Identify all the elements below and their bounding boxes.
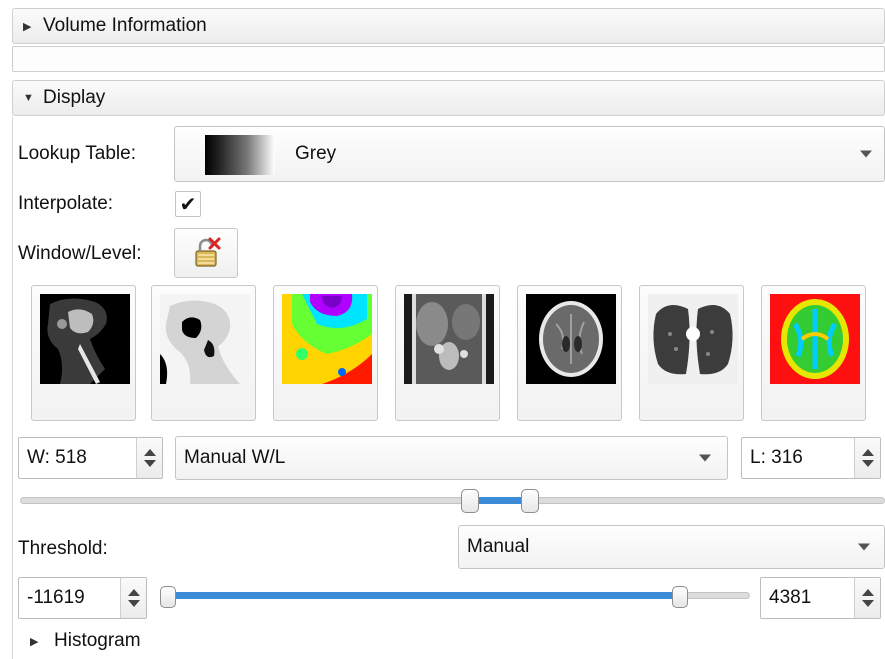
threshold-slider-range (168, 592, 681, 599)
window-level-value: L: 316 (750, 447, 803, 468)
spin-down-icon (861, 600, 874, 607)
chevron-down-icon (858, 543, 870, 551)
ct-bone-thumbnail (40, 294, 130, 384)
window-width-spinbox[interactable]: W: 518 (18, 437, 163, 479)
volume-information-title: Volume Information (43, 15, 207, 36)
threshold-max-value: 4381 (769, 587, 812, 608)
collapsed-arrow-icon: ▶ (23, 20, 32, 33)
threshold-max-spinbox[interactable]: 4381 (760, 577, 881, 619)
threshold-mode-value: Manual (467, 536, 530, 557)
ct-abdomen-preset[interactable] (395, 285, 500, 421)
threshold-max-stepper[interactable] (854, 578, 880, 618)
dti-color-preset[interactable] (761, 285, 866, 421)
window-level-mode-combo[interactable]: Manual W/L (175, 436, 728, 480)
spin-down-icon (861, 460, 874, 467)
spin-down-icon (127, 600, 140, 607)
expanded-arrow-icon: ▼ (23, 92, 34, 104)
pet-rainbow-thumbnail (282, 294, 372, 384)
window-level-label: Window/Level: (18, 243, 142, 264)
window-level-slider-track[interactable] (20, 497, 885, 504)
threshold-slider-min-handle[interactable] (160, 586, 176, 608)
ct-bone-preset[interactable] (31, 285, 136, 421)
display-title: Display (43, 87, 106, 108)
ct-air-preset[interactable] (151, 285, 256, 421)
histogram-title: Histogram (54, 630, 141, 651)
ct-brain-thumbnail (526, 294, 616, 384)
dti-color-thumbnail (770, 294, 860, 384)
threshold-min-spinbox[interactable]: -11619 (18, 577, 147, 619)
window-width-value: W: 518 (27, 447, 87, 468)
spin-up-icon (861, 449, 874, 456)
volume-information-section-header[interactable]: ▶ Volume Information (12, 8, 885, 44)
interpolate-checkbox[interactable]: ✔ (175, 191, 201, 217)
interpolate-label: Interpolate: (18, 193, 114, 214)
checkmark-icon: ✔ (179, 193, 197, 216)
threshold-slider-max-handle[interactable] (672, 586, 689, 608)
window-level-stepper[interactable] (854, 438, 880, 478)
spin-up-icon (127, 589, 140, 596)
window-level-slider-max-handle[interactable] (521, 489, 540, 513)
lookup-table-value: Grey (295, 143, 337, 164)
ct-brain-preset[interactable] (517, 285, 622, 421)
pet-rainbow-preset[interactable] (273, 285, 378, 421)
lookup-table-combo[interactable]: Grey (174, 126, 885, 182)
window-level-slider-min-handle[interactable] (460, 489, 479, 513)
spin-up-icon (861, 589, 874, 596)
window-level-mode-value: Manual W/L (184, 447, 286, 468)
lock-unlocked-icon (195, 237, 221, 267)
grey-gradient-swatch (205, 135, 275, 175)
threshold-mode-combo[interactable]: Manual (458, 525, 885, 569)
ct-lung-preset[interactable] (639, 285, 744, 421)
window-level-spinbox[interactable]: L: 316 (741, 437, 881, 479)
spin-up-icon (143, 449, 156, 456)
display-section-header[interactable]: ▼ Display (12, 80, 885, 116)
volume-information-collapsed-bar (12, 46, 885, 72)
ct-lung-thumbnail (648, 294, 738, 384)
ct-abdomen-thumbnail (404, 294, 494, 384)
chevron-down-icon (860, 150, 872, 158)
spin-down-icon (143, 460, 156, 467)
window-width-stepper[interactable] (136, 438, 162, 478)
threshold-min-stepper[interactable] (120, 578, 146, 618)
threshold-min-value: -11619 (27, 587, 85, 608)
collapsed-arrow-icon: ▶ (30, 635, 39, 648)
histogram-section-header[interactable]: ▶ Histogram (30, 630, 141, 652)
ct-air-thumbnail (160, 294, 250, 384)
window-level-lock-button[interactable] (174, 228, 238, 278)
chevron-down-icon (699, 454, 711, 462)
threshold-label: Threshold: (18, 538, 108, 559)
lookup-table-label: Lookup Table: (18, 143, 136, 164)
